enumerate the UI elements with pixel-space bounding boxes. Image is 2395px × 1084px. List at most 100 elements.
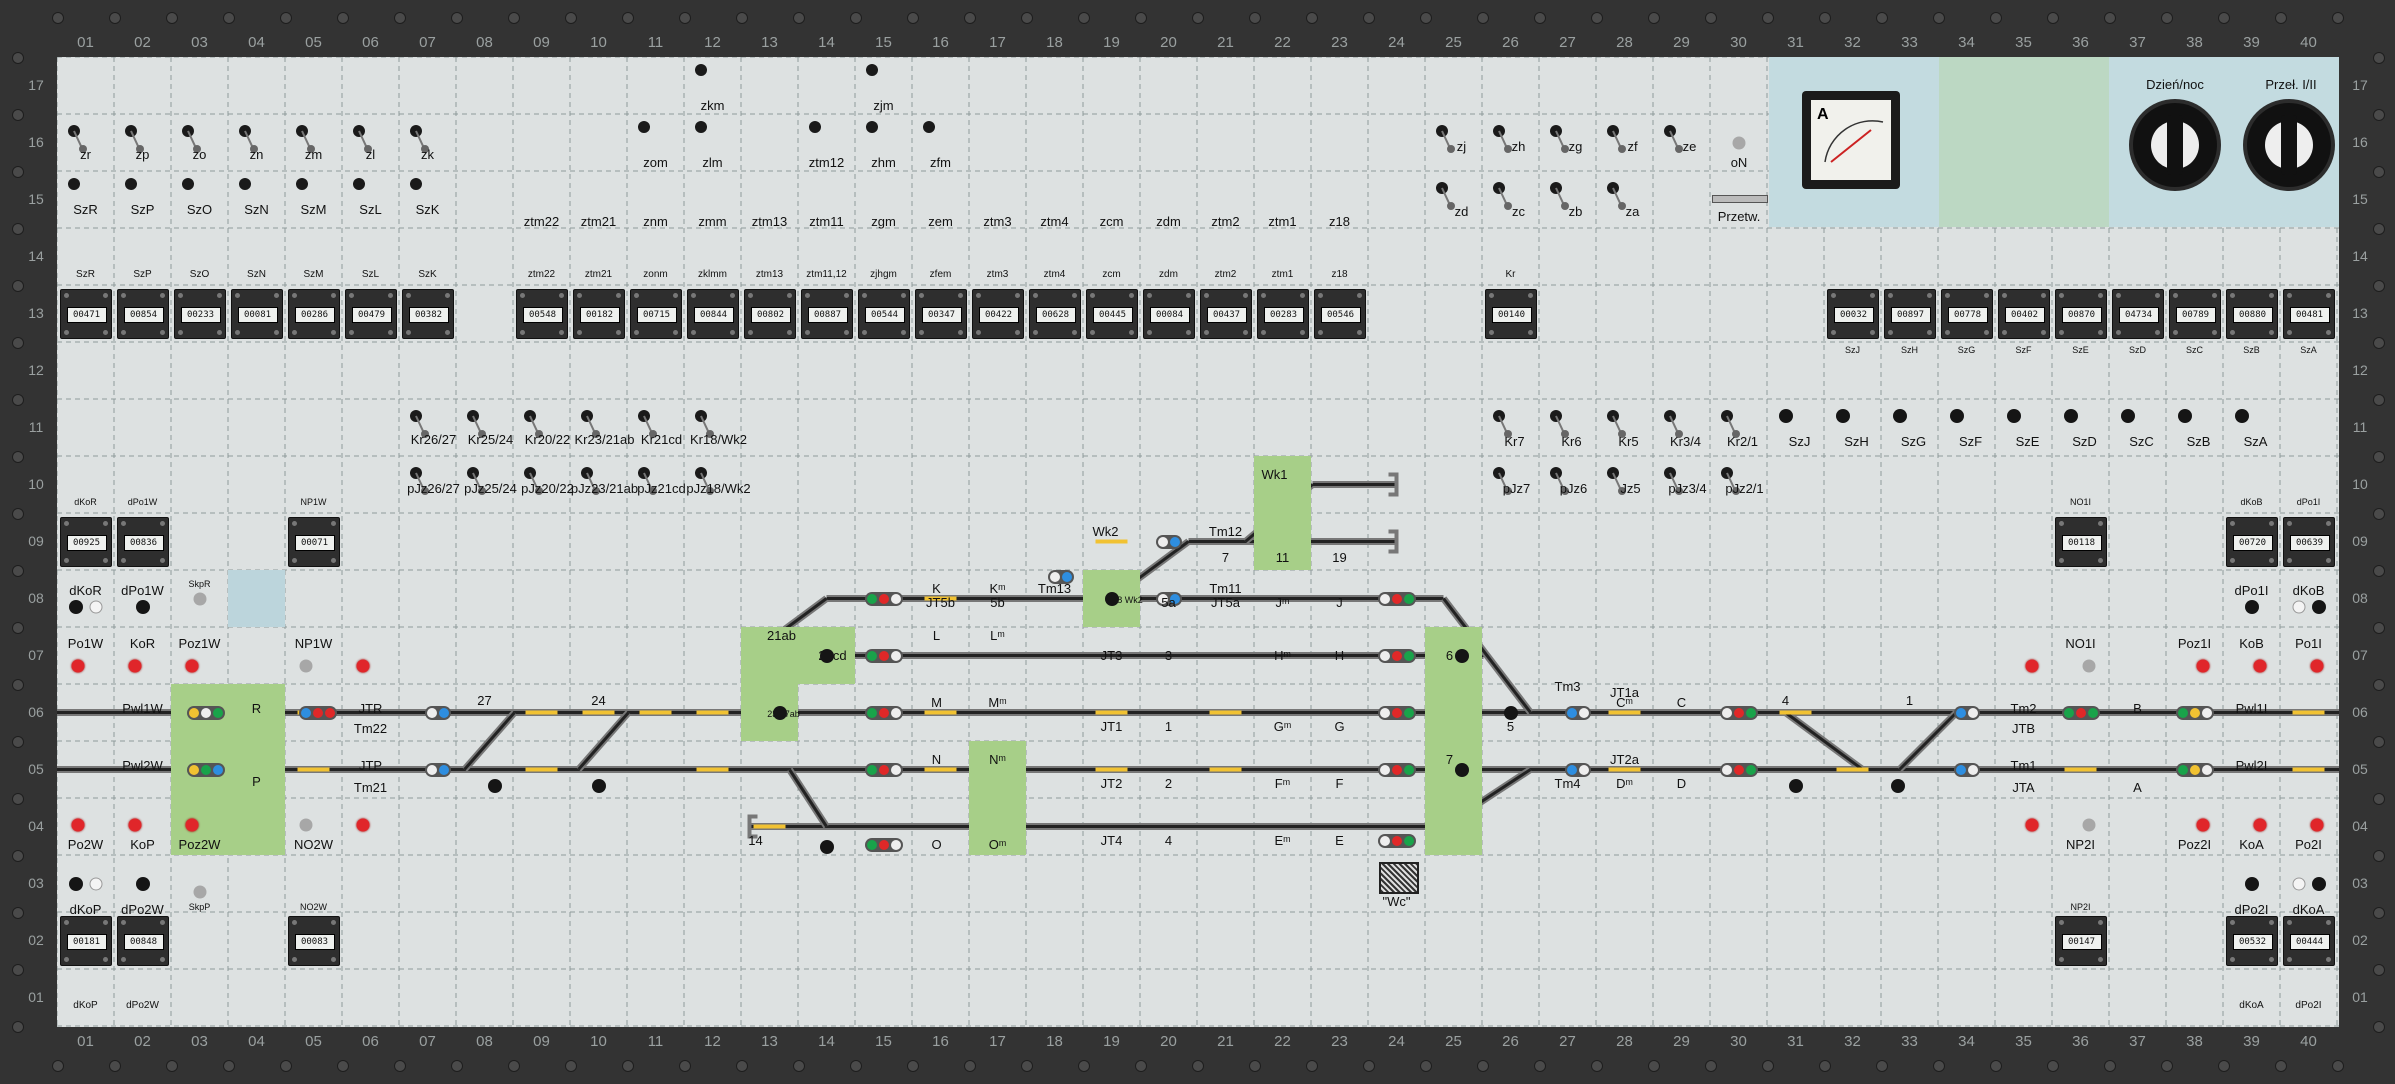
signal[interactable] — [1564, 762, 1591, 777]
button[interactable] — [2311, 599, 2326, 614]
signal[interactable] — [1953, 762, 1980, 777]
column-number-bottom: 25 — [1445, 1033, 1462, 1050]
track-button[interactable] — [1454, 762, 1469, 777]
track-button[interactable] — [1890, 778, 1905, 793]
label: Pwl1W — [122, 700, 163, 716]
label: dPo1W — [121, 582, 164, 598]
signal-light — [1721, 707, 1732, 718]
signal[interactable] — [424, 762, 451, 777]
signal[interactable] — [1564, 705, 1591, 720]
switch-knob[interactable] — [865, 63, 878, 76]
counter-screw — [1032, 292, 1038, 298]
switch-knob[interactable] — [295, 177, 308, 190]
switch-label: z18 — [1329, 213, 1350, 229]
counter-screw — [576, 292, 582, 298]
button[interactable] — [2063, 408, 2078, 423]
switch-knob[interactable] — [238, 177, 251, 190]
button[interactable] — [2244, 599, 2259, 614]
button[interactable] — [135, 876, 150, 891]
button[interactable] — [1892, 408, 1907, 423]
frame-screw — [1933, 12, 1945, 24]
button[interactable] — [1835, 408, 1850, 423]
switch-knob[interactable] — [124, 177, 137, 190]
button[interactable] — [2120, 408, 2135, 423]
signal[interactable] — [864, 648, 903, 663]
button[interactable] — [68, 876, 83, 891]
button[interactable] — [135, 599, 150, 614]
track-button[interactable] — [772, 705, 787, 720]
switch-knob[interactable] — [922, 120, 935, 133]
column-number-top: 35 — [2015, 34, 2032, 51]
track-button[interactable] — [487, 778, 502, 793]
column-number-bottom: 38 — [2186, 1033, 2203, 1050]
switch-knob[interactable] — [637, 120, 650, 133]
button[interactable] — [2244, 876, 2259, 891]
switch-label: zom — [643, 154, 668, 170]
signal[interactable] — [2061, 705, 2100, 720]
signal[interactable] — [186, 762, 225, 777]
signal[interactable] — [864, 837, 903, 852]
button[interactable] — [2177, 408, 2192, 423]
switch-knob[interactable] — [181, 177, 194, 190]
counter-screw — [1317, 329, 1323, 335]
switch-knob[interactable] — [67, 177, 80, 190]
counter: 00836 — [116, 516, 169, 567]
counter-screw — [729, 329, 735, 335]
track-button[interactable] — [1104, 591, 1119, 606]
counter-screw — [1089, 329, 1095, 335]
counter-screw — [957, 292, 963, 298]
signal[interactable] — [298, 705, 337, 720]
button[interactable] — [2234, 408, 2249, 423]
signal[interactable] — [1719, 705, 1758, 720]
signal[interactable] — [1155, 534, 1182, 549]
counter-screw — [216, 329, 222, 335]
switch-knob[interactable] — [409, 177, 422, 190]
signal[interactable] — [186, 705, 225, 720]
frame-screw — [565, 12, 577, 24]
switch-knob[interactable] — [694, 63, 707, 76]
track-button[interactable] — [1503, 705, 1518, 720]
counter-screw — [1488, 292, 1494, 298]
signal[interactable] — [864, 762, 903, 777]
signal[interactable] — [1953, 705, 1980, 720]
counter-value: 00870 — [2061, 306, 2102, 323]
button[interactable] — [68, 599, 83, 614]
counter-screw — [102, 292, 108, 298]
switch-knob[interactable] — [808, 120, 821, 133]
track-button[interactable] — [591, 778, 606, 793]
button[interactable] — [1778, 408, 1793, 423]
frame-screw — [2373, 223, 2385, 235]
play-button[interactable] — [2082, 659, 2095, 672]
lamp — [89, 600, 102, 613]
button[interactable] — [1949, 408, 1964, 423]
button[interactable] — [2311, 876, 2326, 891]
track-button[interactable] — [1454, 648, 1469, 663]
play-button[interactable] — [299, 659, 312, 672]
signal[interactable] — [1377, 762, 1416, 777]
signal[interactable] — [1377, 705, 1416, 720]
track-button[interactable] — [1788, 778, 1803, 793]
counter-screw — [444, 329, 450, 335]
counter-screw — [102, 956, 108, 962]
track-button[interactable] — [819, 839, 834, 854]
signal[interactable] — [2175, 762, 2214, 777]
lamp — [2025, 818, 2038, 831]
signal[interactable] — [1719, 762, 1758, 777]
play-button[interactable] — [299, 818, 312, 831]
play-button[interactable] — [2082, 818, 2095, 831]
signal[interactable] — [864, 591, 903, 606]
button[interactable] — [2006, 408, 2021, 423]
signal[interactable] — [424, 705, 451, 720]
signal[interactable] — [1377, 591, 1416, 606]
signal[interactable] — [1377, 833, 1416, 848]
signal[interactable] — [1377, 648, 1416, 663]
counter-screw — [1944, 292, 1950, 298]
track-button[interactable] — [819, 648, 834, 663]
switch-knob[interactable] — [865, 120, 878, 133]
counter-title: SzM — [303, 268, 324, 280]
switch-knob[interactable] — [694, 120, 707, 133]
signal[interactable] — [864, 705, 903, 720]
frame-screw — [337, 12, 349, 24]
signal[interactable] — [2175, 705, 2214, 720]
switch-knob[interactable] — [352, 177, 365, 190]
